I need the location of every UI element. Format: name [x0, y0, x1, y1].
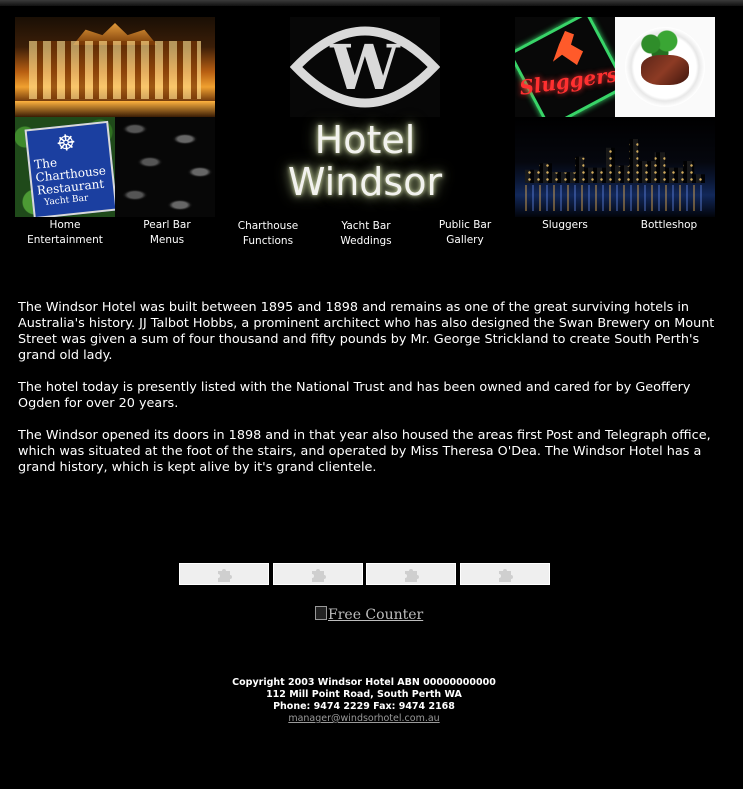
city-lights	[525, 141, 705, 183]
food-dish-photo	[615, 17, 715, 117]
nav-col-pearl-bar: Pearl Bar Menus	[117, 218, 217, 248]
footer-email-link[interactable]: manager@windsorhotel.com.au	[288, 713, 439, 724]
nav-functions[interactable]: Functions	[243, 235, 293, 247]
title-hotel: Hotel	[314, 118, 416, 162]
sluggers-neon-photo: Sluggers	[515, 17, 615, 117]
nav-col-bottleshop: Bottleshop	[619, 218, 719, 233]
nav-public-bar[interactable]: Public Bar	[439, 219, 491, 231]
history-paragraph-1: The Windsor Hotel was built between 1895…	[18, 300, 715, 363]
nav-charthouse[interactable]: Charthouse	[238, 220, 299, 232]
hotel-facade	[29, 41, 201, 99]
nav-home[interactable]: Home	[49, 219, 80, 231]
nav-gallery[interactable]: Gallery	[446, 234, 483, 246]
perth-skyline-photo	[515, 117, 715, 217]
nav-bottleshop[interactable]: Bottleshop	[641, 219, 697, 231]
footer-address: 112 Mill Point Road, South Perth WA	[266, 689, 462, 700]
eye-logo-icon: W	[290, 26, 440, 108]
windsor-logo: W	[290, 17, 440, 117]
nav-yacht-bar[interactable]: Yacht Bar	[341, 220, 390, 232]
charthouse-sign-board: ☸ The Charthouse Restaurant Yacht Bar	[24, 120, 115, 217]
hotel-night-photo	[15, 17, 215, 117]
free-counter-link[interactable]: Free Counter	[315, 606, 423, 623]
river-reflection	[525, 185, 705, 211]
nav-col-public-bar: Public Bar Gallery	[415, 218, 515, 248]
nav-col-home: Home Entertainment	[15, 218, 115, 248]
ship-wheel-icon: ☸	[54, 130, 78, 158]
charthouse-sign-text: The Charthouse Restaurant	[34, 151, 108, 197]
nav-weddings[interactable]: Weddings	[340, 235, 391, 247]
puzzle-piece-icon	[218, 569, 232, 582]
footer-phone: Phone: 9474 2229 Fax: 9474 2168	[273, 701, 455, 712]
nav-sluggers[interactable]: Sluggers	[542, 219, 588, 231]
history-paragraph-3: The Windsor opened its doors in 1898 and…	[18, 428, 711, 475]
nav-col-charthouse: Charthouse Functions	[218, 219, 318, 249]
missing-plugin-placeholder[interactable]	[179, 563, 269, 585]
logo-letter: W	[329, 31, 401, 104]
hotel-windsor-title: Hotel Windsor	[262, 118, 468, 204]
title-windsor: Windsor	[287, 160, 443, 204]
nav-col-sluggers: Sluggers	[515, 218, 615, 233]
missing-plugin-placeholder[interactable]	[460, 563, 550, 585]
history-text: The Windsor Hotel was built between 1895…	[18, 300, 718, 492]
top-border	[0, 0, 743, 6]
missing-plugin-placeholder[interactable]	[366, 563, 456, 585]
nav-pearl-bar[interactable]: Pearl Bar	[143, 219, 190, 231]
hotel-street	[15, 101, 215, 117]
history-paragraph-2: The hotel today is presently listed with…	[18, 380, 691, 411]
puzzle-piece-icon	[499, 569, 513, 582]
broken-image-icon	[315, 606, 327, 620]
footer: Copyright 2003 Windsor Hotel ABN 0000000…	[0, 677, 728, 725]
nav-entertainment[interactable]: Entertainment	[27, 234, 103, 246]
nav-col-yacht-bar: Yacht Bar Weddings	[316, 219, 416, 249]
footer-copyright: Copyright 2003 Windsor Hotel ABN 0000000…	[232, 677, 496, 688]
puzzle-piece-icon	[405, 569, 419, 582]
charthouse-sign-photo: ☸ The Charthouse Restaurant Yacht Bar	[15, 117, 115, 217]
nav-menus[interactable]: Menus	[150, 234, 184, 246]
free-counter-alt-text: Free Counter	[328, 607, 424, 623]
missing-plugin-placeholder[interactable]	[273, 563, 363, 585]
puzzle-piece-icon	[312, 569, 326, 582]
meat	[641, 55, 689, 85]
wine-bottles-photo	[115, 117, 215, 217]
